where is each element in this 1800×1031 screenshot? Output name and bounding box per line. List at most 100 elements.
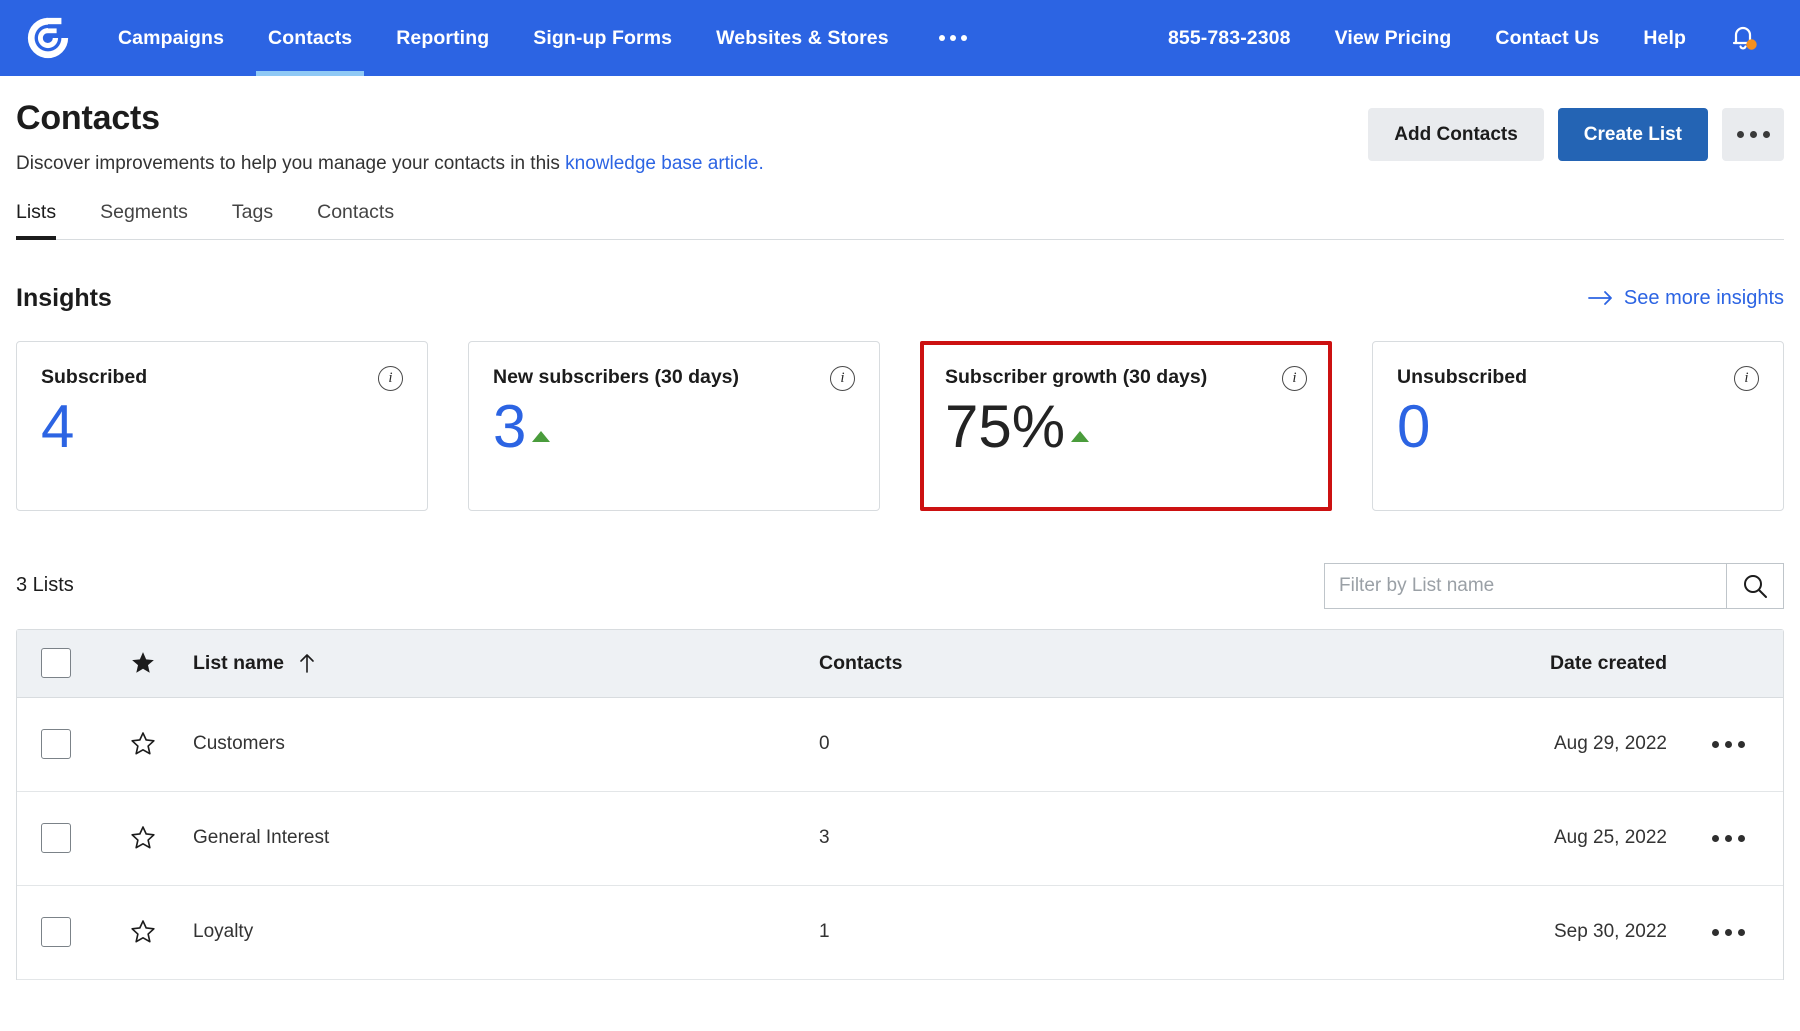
insight-card-subscriber-growth[interactable]: Subscriber growth (30 days) i 75% [920,341,1332,511]
nav-label: Websites & Stores [716,27,889,50]
row-date-cell: Aug 25, 2022 [1371,827,1673,849]
tab-label: Segments [100,201,188,223]
select-all-cell [17,648,95,678]
insight-card-new-subscribers[interactable]: New subscribers (30 days) i 3 [468,341,880,511]
search-button[interactable] [1726,563,1784,609]
insight-cards: Subscribed i 4 New subscribers (30 days)… [16,341,1784,511]
insight-card-unsubscribed[interactable]: Unsubscribed i 0 [1372,341,1784,511]
tab-label: Tags [232,201,273,223]
page-more-options-button[interactable] [1722,108,1784,161]
contacts-header-cell[interactable]: Contacts [819,652,1371,675]
nav-label: Reporting [396,27,489,50]
star-filled-icon[interactable] [130,650,156,676]
contacts-value: 1 [819,921,830,942]
trend-up-icon [1071,431,1089,442]
row-contacts-cell: 3 [819,827,1371,849]
row-list-name-cell[interactable]: General Interest [191,827,819,849]
nav-item-websites-stores[interactable]: Websites & Stores [694,0,911,76]
nav-label: View Pricing [1335,27,1452,50]
nav-label: Sign-up Forms [533,27,672,50]
tab-tags[interactable]: Tags [232,201,297,239]
star-outline-icon[interactable] [129,824,157,852]
row-list-name-cell[interactable]: Customers [191,733,819,755]
nav-item-contact-us[interactable]: Contact Us [1473,0,1621,76]
table-row[interactable]: Loyalty 1 Sep 30, 2022 [17,886,1783,980]
row-more-options-button[interactable] [1712,741,1745,748]
constant-contact-logo[interactable] [0,0,96,76]
nav-item-signup-forms[interactable]: Sign-up Forms [511,0,694,76]
list-name-value: Loyalty [193,921,253,942]
constant-contact-logo-icon [25,15,71,61]
table-header-row: List name Contacts Date created [17,630,1783,698]
row-checkbox[interactable] [41,823,71,853]
date-created-value: Aug 25, 2022 [1554,827,1667,848]
search-input[interactable] [1324,563,1726,609]
top-navigation-bar: Campaigns Contacts Reporting Sign-up For… [0,0,1800,76]
search-icon [1741,572,1769,600]
contacts-value: 3 [819,827,830,848]
card-header: Unsubscribed i [1397,366,1759,391]
knowledge-base-link[interactable]: knowledge base article. [565,153,764,174]
sort-by-list-name[interactable]: List name [193,652,819,675]
tab-contacts[interactable]: Contacts [317,201,418,239]
row-more-options-button[interactable] [1712,929,1745,936]
page-header-text: Contacts Discover improvements to help y… [16,98,1368,175]
insights-title: Insights [16,284,112,313]
card-value: 3 [493,395,526,458]
lists-toolbar: 3 Lists [16,563,1784,609]
ellipsis-icon [939,35,967,41]
nav-label: Help [1643,27,1686,50]
page-header-actions: Add Contacts Create List [1368,98,1784,161]
nav-overflow-button[interactable] [911,0,995,76]
arrow-right-icon [1588,290,1614,306]
nav-label: Campaigns [118,27,224,50]
row-list-name-cell[interactable]: Loyalty [191,921,819,943]
card-label: Subscribed [41,366,147,389]
table-row[interactable]: General Interest 3 Aug 25, 2022 [17,792,1783,886]
info-icon[interactable]: i [1734,366,1759,391]
nav-item-view-pricing[interactable]: View Pricing [1313,0,1474,76]
card-value: 0 [1397,395,1430,458]
add-contacts-button[interactable]: Add Contacts [1368,108,1544,161]
info-icon[interactable]: i [830,366,855,391]
card-value-row: 3 [493,395,855,458]
trend-up-icon [532,431,550,442]
tab-lists[interactable]: Lists [16,201,80,239]
create-list-button[interactable]: Create List [1558,108,1708,161]
select-all-checkbox[interactable] [41,648,71,678]
arrow-up-icon [298,652,316,674]
see-more-insights-link[interactable]: See more insights [1588,287,1784,310]
card-value: 75% [945,395,1065,458]
row-favorite-cell [95,918,191,946]
nav-item-reporting[interactable]: Reporting [374,0,511,76]
row-checkbox[interactable] [41,729,71,759]
page-subtitle: Discover improvements to help you manage… [16,153,1368,175]
secondary-nav-items: 855-783-2308 View Pricing Contact Us Hel… [1146,0,1800,76]
nav-item-campaigns[interactable]: Campaigns [96,0,246,76]
nav-label: 855-783-2308 [1168,27,1291,50]
column-header-date-created: Date created [1550,652,1667,674]
row-more-options-button[interactable] [1712,835,1745,842]
nav-item-phone-number[interactable]: 855-783-2308 [1146,0,1313,76]
insights-header: Insights See more insights [16,284,1784,313]
star-outline-icon[interactable] [129,918,157,946]
card-value-row: 0 [1397,395,1759,458]
nav-item-help[interactable]: Help [1621,0,1708,76]
row-checkbox[interactable] [41,917,71,947]
nav-item-contacts[interactable]: Contacts [246,0,374,76]
row-select-cell [17,729,95,759]
info-icon[interactable]: i [1282,366,1307,391]
list-name-header-cell[interactable]: List name [191,652,819,675]
notifications-button[interactable] [1708,0,1784,76]
insight-card-subscribed[interactable]: Subscribed i 4 [16,341,428,511]
star-outline-icon[interactable] [129,730,157,758]
date-created-value: Aug 29, 2022 [1554,733,1667,754]
notification-bell-icon [1728,22,1758,54]
info-icon[interactable]: i [378,366,403,391]
row-select-cell [17,823,95,853]
date-created-header-cell[interactable]: Date created [1371,652,1673,675]
card-value-row: 4 [41,395,403,458]
list-name-value: General Interest [193,827,329,848]
tab-segments[interactable]: Segments [100,201,212,239]
table-row[interactable]: Customers 0 Aug 29, 2022 [17,698,1783,792]
